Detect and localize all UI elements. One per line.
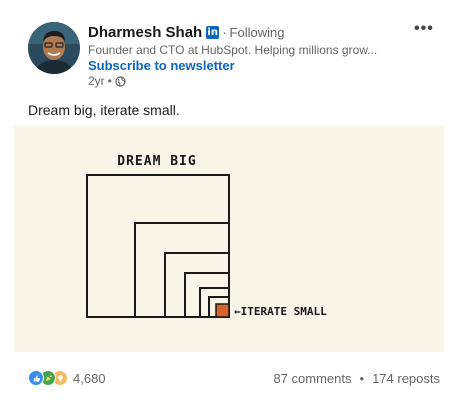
nested-squares (86, 174, 230, 318)
small-square-accent (215, 303, 230, 318)
post-age: 2yr (88, 74, 105, 88)
avatar[interactable] (28, 22, 80, 74)
dream-big-illustration: DREAM BIG ←ITERATE SMALL (86, 154, 327, 318)
avatar-image (28, 22, 80, 74)
follow-status[interactable]: Following (230, 25, 285, 40)
reposts-count-link[interactable]: 174 reposts (372, 371, 440, 386)
reactions-summary[interactable]: 4,680 (28, 370, 106, 386)
post-social-counts: 4,680 87 comments • 174 reposts (28, 368, 440, 388)
subscribe-newsletter-link[interactable]: Subscribe to newsletter (88, 58, 235, 73)
stats-separator: • (359, 370, 365, 386)
author-name[interactable]: Dharmesh Shah (88, 24, 202, 41)
globe-icon (115, 75, 126, 87)
iterate-small-label: ←ITERATE SMALL (234, 305, 327, 318)
illustration-title: DREAM BIG (117, 154, 196, 169)
author-headline: Founder and CTO at HubSpot. Helping mill… (88, 43, 378, 57)
separator-dot: · (222, 25, 227, 40)
linkedin-badge-icon: in (206, 26, 220, 39)
like-icon (28, 370, 44, 386)
reactions-count[interactable]: 4,680 (73, 371, 106, 386)
post-image[interactable]: DREAM BIG ←ITERATE SMALL (14, 126, 444, 352)
age-separator: • (107, 74, 112, 88)
engagement-stats: 87 comments • 174 reposts (273, 371, 440, 386)
post-timestamp: 2yr • (88, 74, 126, 88)
author-name-line: Dharmesh Shah in · Following (88, 24, 284, 41)
more-options-button[interactable]: ••• (414, 21, 434, 37)
comments-count-link[interactable]: 87 comments (273, 371, 351, 386)
post-header: Dharmesh Shah in · Following Founder and… (28, 21, 440, 88)
post-text: Dream big, iterate small. (28, 102, 180, 118)
